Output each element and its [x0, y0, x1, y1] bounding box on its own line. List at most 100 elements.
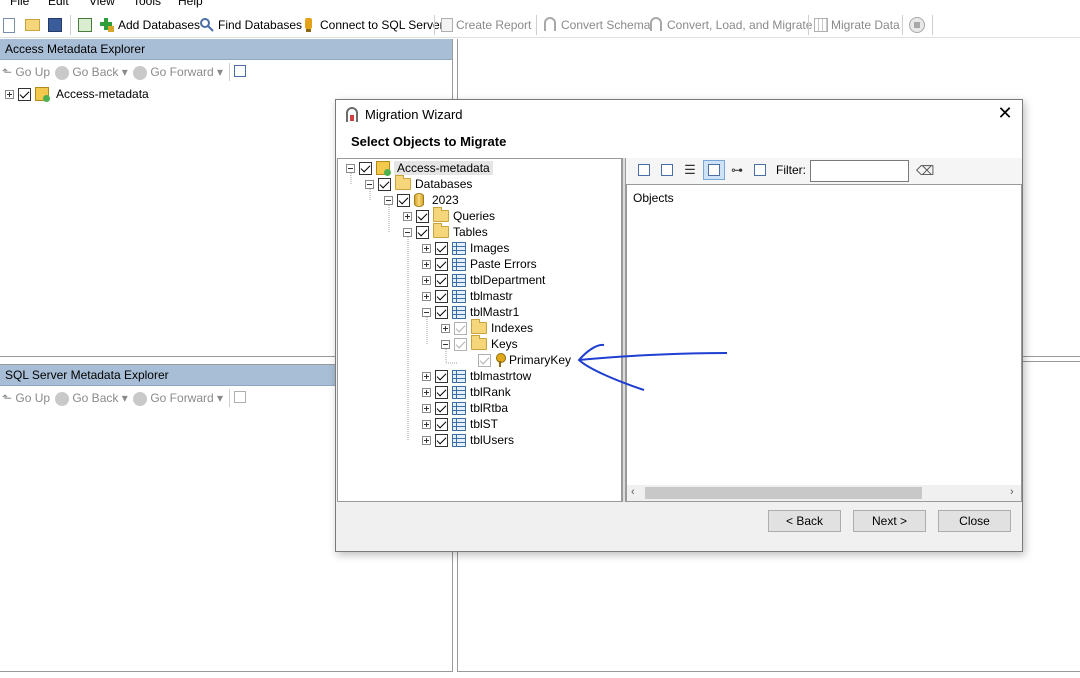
- migrate-data-button[interactable]: Migrate Data: [814, 16, 900, 34]
- collapse-icon[interactable]: [441, 339, 450, 349]
- tree-checkbox[interactable]: [435, 241, 448, 255]
- tree-item-table[interactable]: tblRank: [422, 384, 511, 400]
- tree-view-button[interactable]: ⊶: [727, 161, 747, 179]
- tree-checkbox[interactable]: [378, 177, 391, 191]
- collapse-icon[interactable]: [422, 307, 431, 317]
- close-button[interactable]: Close: [938, 510, 1011, 532]
- tree-checkbox[interactable]: [435, 433, 448, 447]
- clear-filter-icon[interactable]: ⌫: [916, 163, 934, 179]
- go-up-button[interactable]: ⬑ Go Up: [2, 65, 50, 79]
- expand-icon[interactable]: [422, 387, 431, 397]
- tree-checkbox[interactable]: [478, 353, 491, 367]
- select-all-button[interactable]: [634, 161, 654, 179]
- save-project-button[interactable]: [48, 16, 62, 34]
- menu-view[interactable]: View: [89, 0, 115, 8]
- filter-input[interactable]: [810, 160, 909, 182]
- new-project-button[interactable]: [3, 16, 15, 34]
- menu-tools[interactable]: Tools: [133, 0, 161, 8]
- tree-checkbox[interactable]: [435, 401, 448, 415]
- details-view-button[interactable]: [703, 160, 725, 180]
- scrollbar-thumb[interactable]: [645, 487, 922, 499]
- tree-checkbox[interactable]: [435, 289, 448, 303]
- columns-view-button[interactable]: [657, 161, 677, 179]
- collapse-icon[interactable]: [384, 195, 393, 205]
- tree-item-table[interactable]: Paste Errors: [422, 256, 537, 272]
- scroll-left-icon[interactable]: ‹: [631, 486, 635, 498]
- tree-item-table[interactable]: Images: [422, 240, 509, 256]
- expand-icon[interactable]: [5, 89, 14, 99]
- tree-checkbox[interactable]: [416, 209, 429, 223]
- add-databases-button[interactable]: Add Databases: [99, 16, 200, 34]
- convert-schema-button[interactable]: Convert Schema: [542, 16, 650, 34]
- list-view-button[interactable]: ☰: [680, 161, 700, 179]
- tree-item-table[interactable]: tblST: [422, 416, 498, 432]
- convert-load-migrate-button[interactable]: Convert, Load, and Migrate: [648, 16, 812, 34]
- expand-icon[interactable]: [422, 435, 431, 445]
- tree-item-table[interactable]: tblmastr: [422, 288, 513, 304]
- stop-button[interactable]: [909, 16, 925, 34]
- tree-checkbox[interactable]: [435, 273, 448, 287]
- tree-checkbox[interactable]: [454, 337, 467, 351]
- tree-checkbox[interactable]: [435, 257, 448, 271]
- connect-sql-button[interactable]: Connect to SQL Server: [301, 16, 444, 34]
- tree-item-table[interactable]: tblmastrtow: [422, 368, 531, 384]
- collapse-icon[interactable]: [346, 163, 355, 173]
- sql-go-up-button[interactable]: ⬑ Go Up: [2, 391, 50, 405]
- scroll-right-icon[interactable]: ›: [1010, 486, 1014, 498]
- expand-icon[interactable]: [441, 323, 450, 333]
- open-project-button[interactable]: [25, 16, 40, 34]
- tree-checkbox[interactable]: [435, 385, 448, 399]
- expand-icon[interactable]: [422, 403, 431, 413]
- menu-edit[interactable]: Edit: [48, 0, 69, 8]
- expand-icon[interactable]: [422, 291, 431, 301]
- add-project-item-button[interactable]: [78, 16, 92, 34]
- sql-go-forward-button[interactable]: Go Forward ▾: [133, 391, 223, 406]
- tree-item-indexes[interactable]: Indexes: [441, 319, 533, 336]
- horizontal-scrollbar[interactable]: ‹ ›: [627, 485, 1021, 501]
- next-button[interactable]: Next >: [853, 510, 926, 532]
- access-tree-root[interactable]: Access-metadata: [5, 86, 149, 102]
- expand-icon[interactable]: [422, 371, 431, 381]
- menu-file[interactable]: File: [10, 0, 29, 8]
- collapse-icon[interactable]: [403, 227, 412, 237]
- object-tree[interactable]: Access-metadata Databases 2023 Queries T…: [337, 158, 622, 502]
- sql-go-back-button[interactable]: Go Back ▾: [55, 391, 128, 406]
- tree-checkbox[interactable]: [397, 193, 410, 207]
- tree-item-tables[interactable]: Tables: [403, 223, 488, 240]
- tree-item-table[interactable]: tblMastr1: [422, 304, 519, 320]
- tree-item-table[interactable]: tblRtba: [422, 400, 508, 416]
- tree-item-queries[interactable]: Queries: [403, 207, 495, 224]
- tree-item-db-2023[interactable]: 2023: [384, 192, 459, 208]
- root-checkbox[interactable]: [18, 87, 31, 101]
- tree-item-label: tblST: [470, 417, 499, 431]
- tree-checkbox[interactable]: [359, 161, 372, 175]
- collapse-icon[interactable]: [365, 179, 374, 189]
- filter-toggle-button[interactable]: [234, 65, 246, 80]
- back-button[interactable]: < Back: [768, 510, 841, 532]
- tree-checkbox[interactable]: [435, 369, 448, 383]
- sql-filter-toggle-button[interactable]: [234, 391, 246, 406]
- close-icon[interactable]: ✕: [995, 103, 1015, 123]
- tree-item-table[interactable]: tblDepartment: [422, 272, 545, 288]
- report-view-button[interactable]: [750, 161, 770, 179]
- create-report-button[interactable]: Create Report: [441, 16, 531, 34]
- tree-item-table[interactable]: tblUsers: [422, 432, 514, 448]
- tree-root[interactable]: Access-metadata: [346, 160, 493, 176]
- tree-checkbox[interactable]: [416, 225, 429, 239]
- find-databases-button[interactable]: Find Databases: [199, 16, 302, 34]
- menu-help[interactable]: Help: [178, 0, 203, 8]
- expand-icon[interactable]: [403, 211, 412, 221]
- expand-icon[interactable]: [422, 275, 431, 285]
- tree-checkbox[interactable]: [435, 417, 448, 431]
- expand-icon[interactable]: [422, 243, 431, 253]
- tree-item-databases[interactable]: Databases: [365, 175, 472, 192]
- tree-checkbox[interactable]: [435, 305, 448, 319]
- tree-item-primary-key[interactable]: PrimaryKey: [478, 352, 571, 368]
- go-back-button[interactable]: Go Back ▾: [55, 65, 128, 80]
- expand-icon[interactable]: [422, 419, 431, 429]
- tree-checkbox[interactable]: [454, 321, 467, 335]
- checklist-icon: [638, 164, 650, 176]
- tree-item-keys[interactable]: Keys: [441, 335, 518, 352]
- expand-icon[interactable]: [422, 259, 431, 269]
- go-forward-button[interactable]: Go Forward ▾: [133, 65, 223, 80]
